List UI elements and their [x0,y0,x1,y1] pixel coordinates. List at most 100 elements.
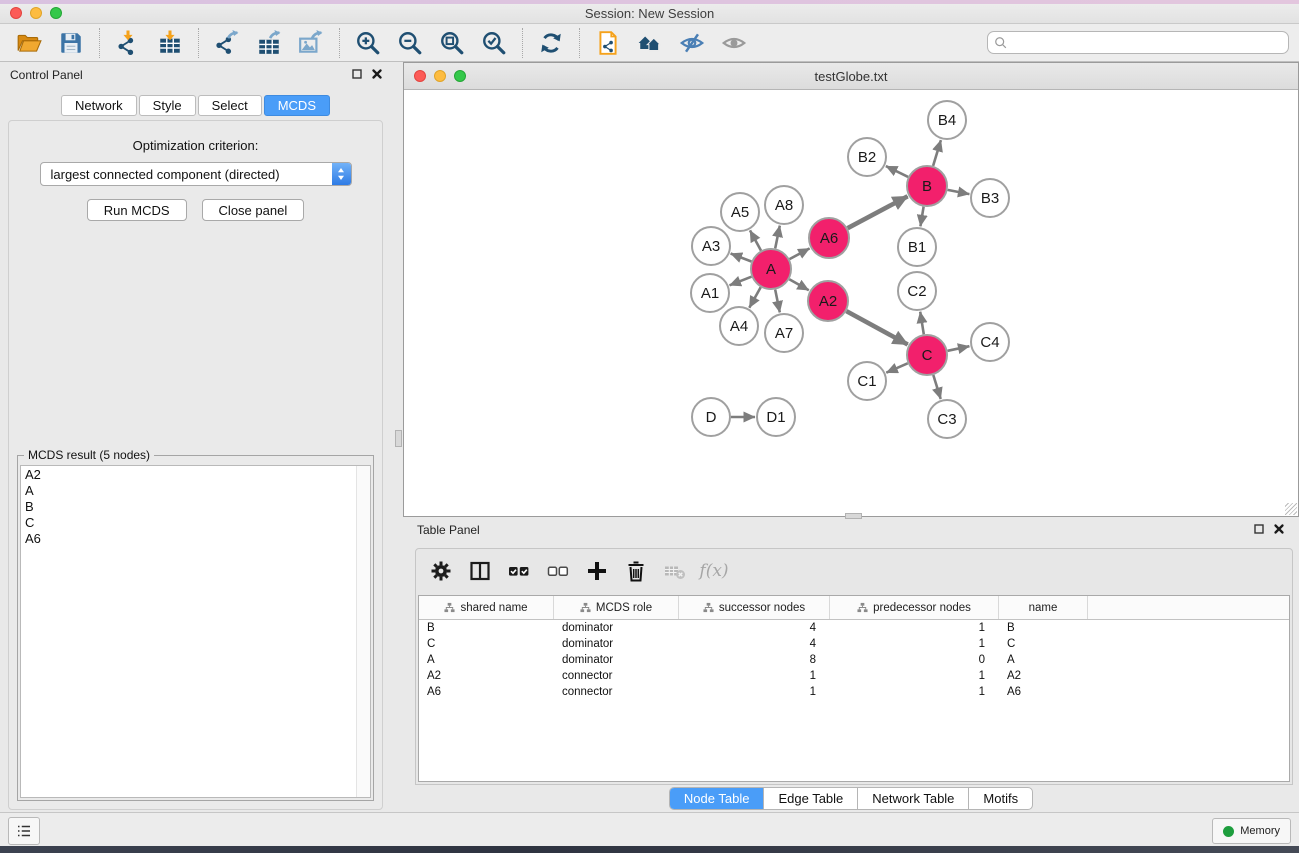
table-row[interactable]: A6connector11A6 [419,684,1289,700]
tab-edge-table[interactable]: Edge Table [764,788,858,809]
zoom-out-icon[interactable] [393,27,427,59]
optimization-criterion-select[interactable]: largest connected component (directed) [40,162,352,186]
search-box[interactable] [987,31,1289,54]
cell-name[interactable]: B [999,622,1088,634]
delete-icon[interactable] [621,556,651,586]
float-table-panel-icon[interactable] [1253,523,1265,535]
graph-edge-A-A3[interactable] [731,254,752,262]
table-row[interactable]: Cdominator41C [419,636,1289,652]
select-all-icon[interactable] [504,556,534,586]
task-history-button[interactable] [8,817,40,845]
vertical-splitter-handle[interactable] [395,430,402,447]
cell-name[interactable]: A2 [999,670,1088,682]
columns-icon[interactable] [465,556,495,586]
cell-MCDS-role[interactable]: dominator [554,654,679,666]
column-header-predecessor-nodes[interactable]: predecessor nodes [830,596,999,619]
table-row[interactable]: Bdominator41B [419,620,1289,636]
cell-predecessor-nodes[interactable]: 1 [830,622,999,634]
tab-node-table[interactable]: Node Table [670,788,765,809]
export-table-icon[interactable] [252,27,286,59]
tab-style[interactable]: Style [139,95,196,116]
new-network-doc-icon[interactable] [591,27,625,59]
zoom-selected-icon[interactable] [477,27,511,59]
graph-edge-B-B4[interactable] [933,140,941,166]
tab-mcds[interactable]: MCDS [264,95,330,116]
import-network-icon[interactable] [111,27,145,59]
cell-successor-nodes[interactable]: 1 [679,670,830,682]
memory-button[interactable]: Memory [1212,818,1291,844]
table-body: Bdominator41BCdominator41CAdominator80AA… [419,620,1289,700]
cell-predecessor-nodes[interactable]: 1 [830,670,999,682]
cell-shared-name[interactable]: A6 [419,686,554,698]
scrollbar[interactable] [356,466,370,797]
graph-edge-B-B3[interactable] [948,190,970,194]
cell-name[interactable]: A6 [999,686,1088,698]
graph-edge-A-A2[interactable] [789,279,809,290]
hide-selected-icon[interactable] [675,27,709,59]
open-folder-icon[interactable] [12,27,46,59]
resize-grip[interactable] [1285,503,1297,515]
first-neighbors-icon[interactable] [633,27,667,59]
graph-edge-A-A1[interactable] [730,277,752,286]
graph-edge-C-C3[interactable] [933,375,940,399]
save-icon[interactable] [54,27,88,59]
deselect-all-icon[interactable] [543,556,573,586]
column-header-shared-name[interactable]: shared name [419,596,554,619]
cell-predecessor-nodes[interactable]: 1 [830,686,999,698]
column-header-MCDS-role[interactable]: MCDS role [554,596,679,619]
table-row[interactable]: A2connector11A2 [419,668,1289,684]
cell-successor-nodes[interactable]: 4 [679,638,830,650]
float-panel-icon[interactable] [351,68,363,80]
cell-shared-name[interactable]: A [419,654,554,666]
cell-name[interactable]: C [999,638,1088,650]
run-mcds-button[interactable]: Run MCDS [87,199,187,221]
close-panel-button[interactable]: Close panel [202,199,305,221]
export-network-icon[interactable] [210,27,244,59]
table-row[interactable]: Adominator80A [419,652,1289,668]
tab-network-table[interactable]: Network Table [858,788,969,809]
close-panel-icon[interactable] [371,68,383,80]
graph-edge-B-B1[interactable] [920,207,923,227]
graph-edge-A-A8[interactable] [775,226,780,249]
cell-name[interactable]: A [999,654,1088,666]
graph-edge-A-A4[interactable] [749,287,760,307]
graph-edge-B-B2[interactable] [886,166,908,177]
cell-predecessor-nodes[interactable]: 1 [830,638,999,650]
cell-shared-name[interactable]: B [419,622,554,634]
tab-motifs[interactable]: Motifs [969,788,1032,809]
graph-edge-A2-C[interactable] [846,311,907,344]
cell-MCDS-role[interactable]: dominator [554,638,679,650]
import-table-icon[interactable] [153,27,187,59]
show-all-icon[interactable] [717,27,751,59]
cell-shared-name[interactable]: A2 [419,670,554,682]
refresh-icon[interactable] [534,27,568,59]
cell-MCDS-role[interactable]: connector [554,686,679,698]
zoom-fit-icon[interactable] [435,27,469,59]
cell-successor-nodes[interactable]: 8 [679,654,830,666]
mcds-result-list[interactable]: A2ABCA6 [20,465,371,798]
zoom-in-icon[interactable] [351,27,385,59]
column-header-name[interactable]: name [999,596,1088,619]
network-canvas[interactable]: B4B2BB3A5A8A6A3AB1A1A2C2A4A7C4CC1C3DD1 [404,89,1298,516]
cell-MCDS-role[interactable]: connector [554,670,679,682]
graph-edge-C-C1[interactable] [886,363,907,372]
tab-network[interactable]: Network [61,95,137,116]
graph-edge-A-A6[interactable] [790,248,810,259]
graph-edge-A-A5[interactable] [750,230,761,250]
graph-edge-A-A7[interactable] [775,290,780,313]
graph-edge-C-C4[interactable] [948,346,970,351]
cell-successor-nodes[interactable]: 1 [679,686,830,698]
close-table-panel-icon[interactable] [1273,523,1285,535]
tab-select[interactable]: Select [198,95,262,116]
settings-icon[interactable] [426,556,456,586]
cell-predecessor-nodes[interactable]: 0 [830,654,999,666]
cell-MCDS-role[interactable]: dominator [554,622,679,634]
graph-edge-A6-B[interactable] [848,196,908,228]
cell-successor-nodes[interactable]: 4 [679,622,830,634]
search-input[interactable] [1012,34,1288,52]
column-header-successor-nodes[interactable]: successor nodes [679,596,830,619]
add-icon[interactable] [582,556,612,586]
graph-edge-C-C2[interactable] [920,312,924,335]
cell-shared-name[interactable]: C [419,638,554,650]
export-image-icon[interactable] [294,27,328,59]
